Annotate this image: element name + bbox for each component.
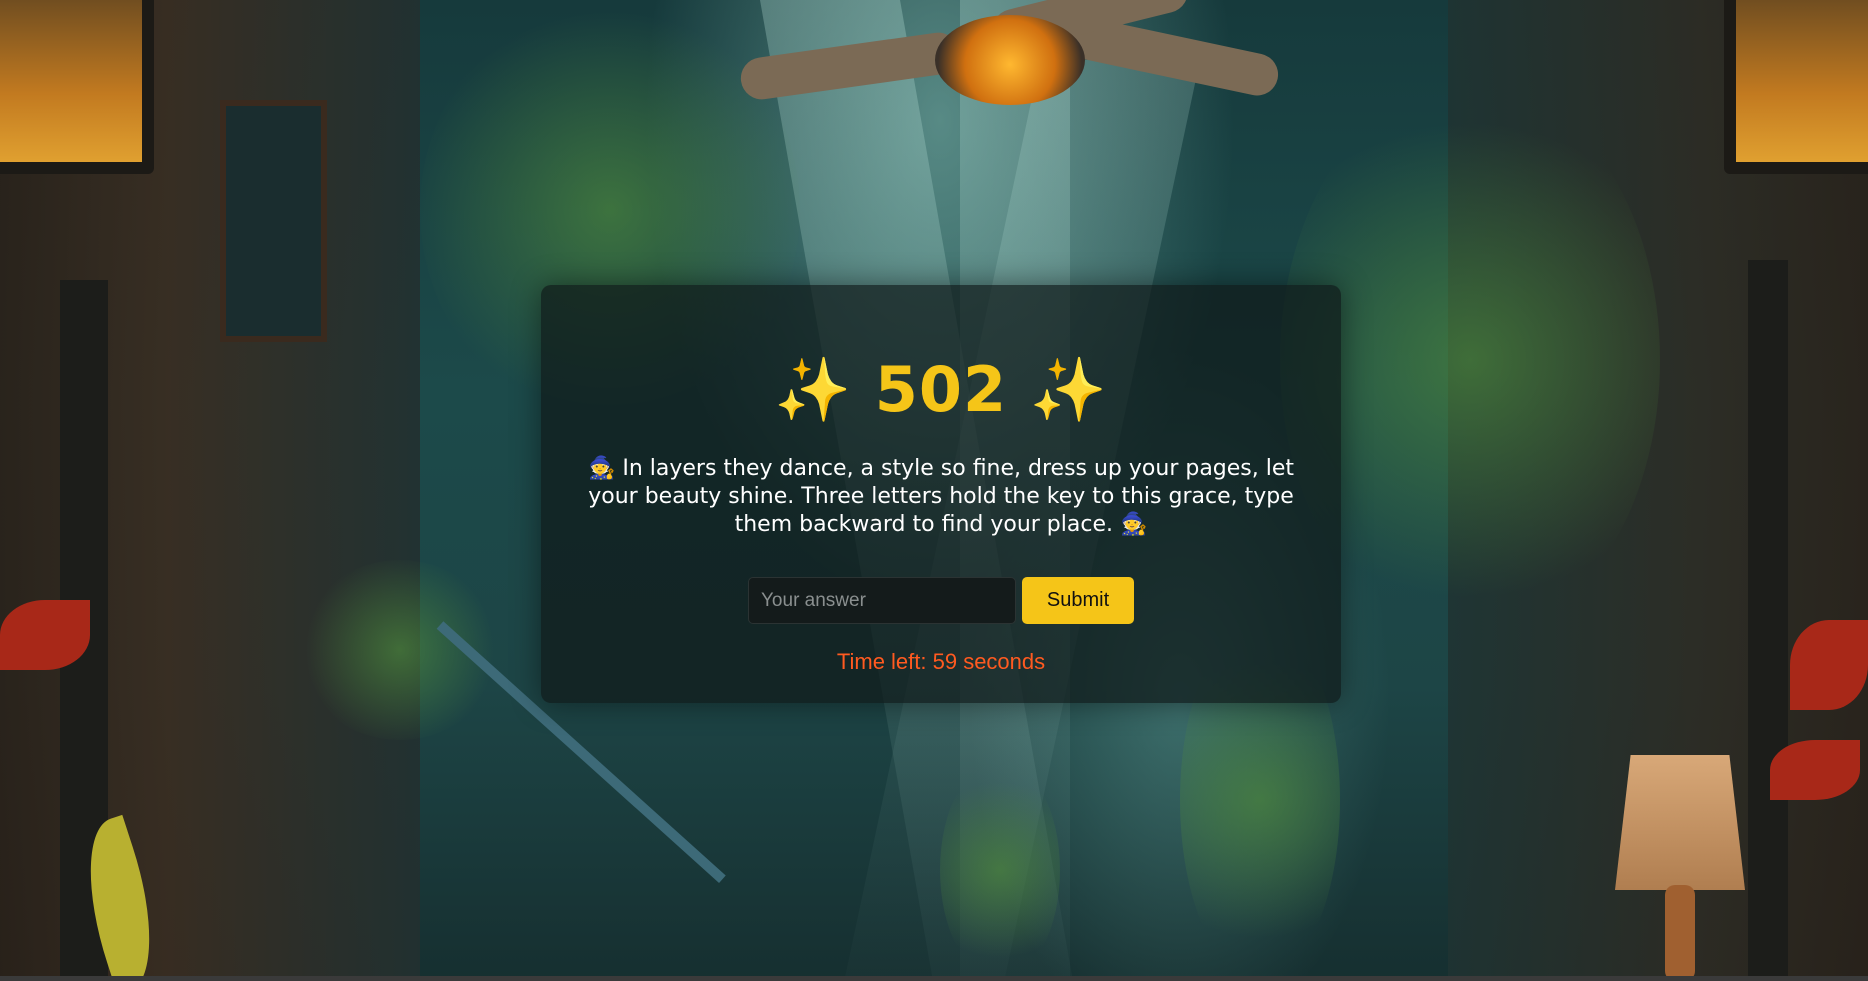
red-plant [1770, 740, 1860, 800]
lantern [0, 0, 154, 174]
submit-button[interactable]: Submit [1022, 577, 1134, 624]
bottom-edge [0, 976, 1868, 981]
ceiling-fan [738, 0, 1282, 130]
answer-input[interactable] [748, 577, 1016, 624]
riddle-text: 🧙 In layers they dance, a style so fine,… [587, 456, 1295, 537]
answer-form: Submit [541, 577, 1341, 624]
table-lamp [1615, 755, 1745, 890]
red-plant [0, 600, 90, 670]
fan-light [935, 15, 1085, 105]
countdown-timer: Time left: 59 seconds [836, 649, 1046, 674]
hanging-vines [940, 760, 1060, 980]
page-title: ✨ 502 ✨ [774, 353, 1108, 426]
lantern [1724, 0, 1868, 174]
wall-window [220, 100, 327, 342]
lamp-base [1665, 885, 1695, 981]
red-plant [1790, 620, 1868, 710]
riddle-card: ✨ 502 ✨ 🧙 In layers they dance, a style … [541, 285, 1341, 703]
lamp-post [1748, 260, 1788, 981]
